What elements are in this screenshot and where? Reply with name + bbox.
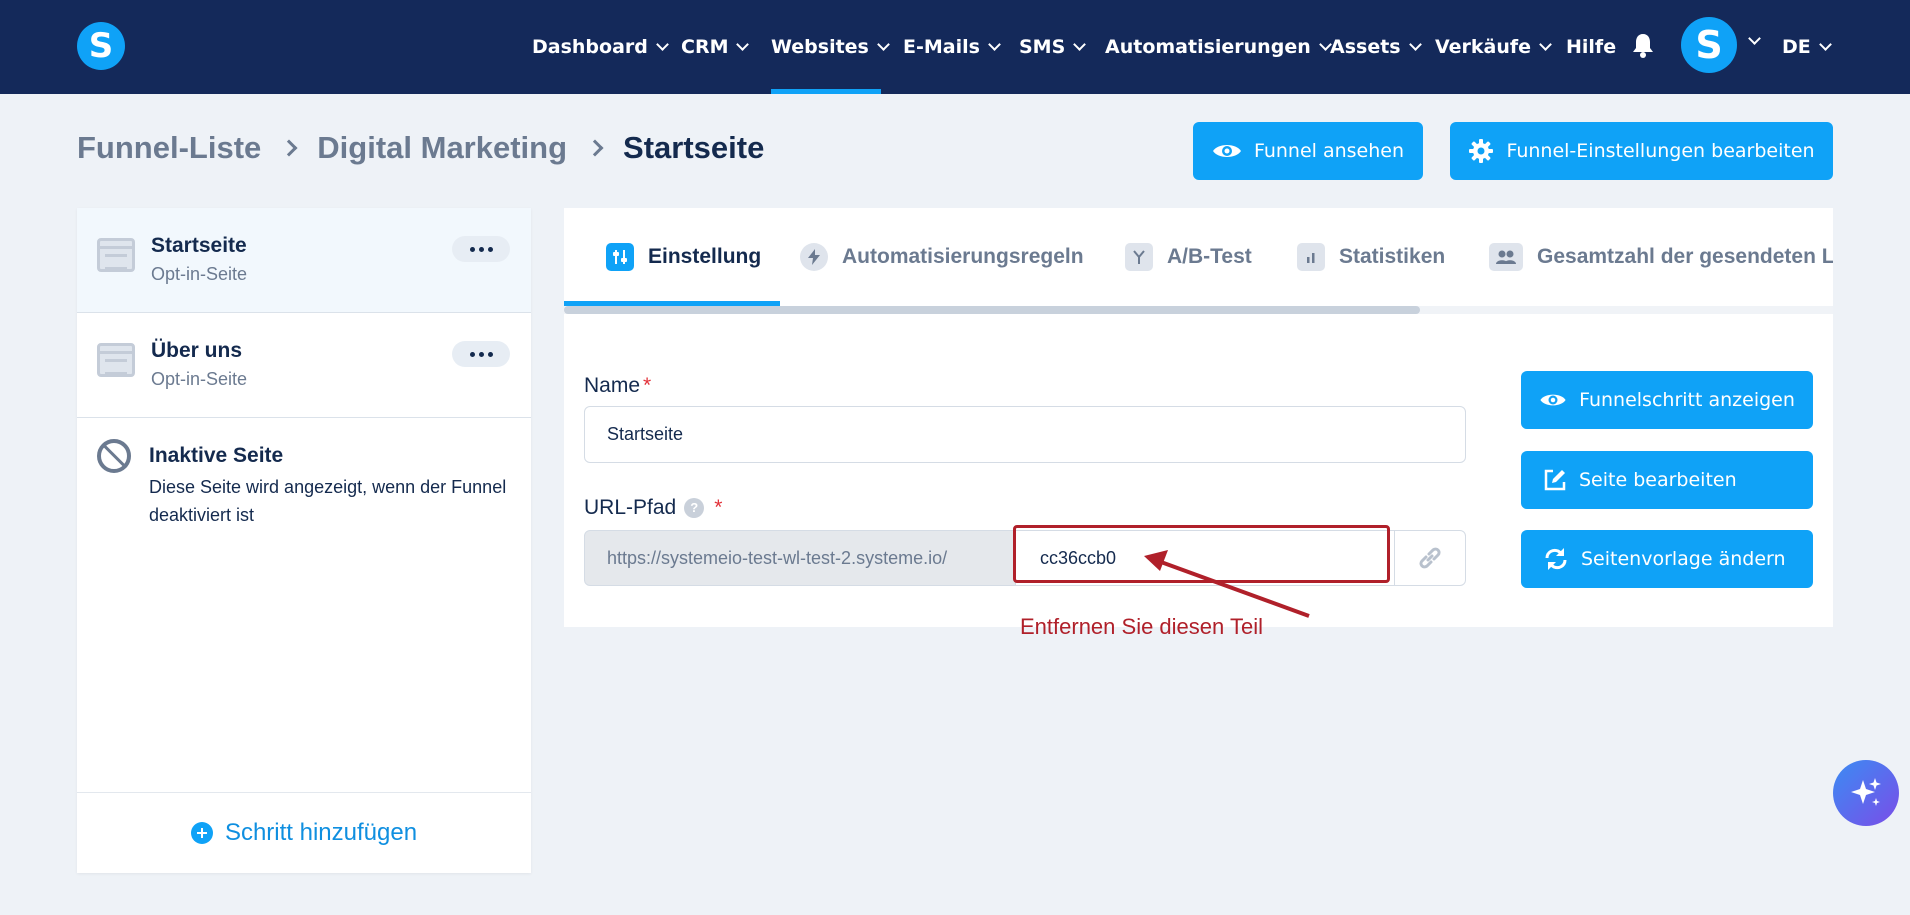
nav-item-sales[interactable]: Verkäufe [1435,0,1552,94]
change-template-button[interactable]: Seitenvorlage ändern [1521,530,1813,588]
change-template-label: Seitenvorlage ändern [1581,548,1786,570]
nav-item-label: CRM [681,36,729,58]
more-dots-icon [469,246,475,252]
page-icon [97,238,135,272]
funnel-steps-sidebar: Startseite Opt-in-Seite Über uns Opt-in-… [77,208,531,873]
nav-item-websites[interactable]: Websites [771,0,890,94]
breadcrumb-funnel[interactable]: Digital Marketing [317,130,567,166]
nav-item-label: Dashboard [532,36,648,58]
page-icon [97,343,135,377]
view-funnel-button[interactable]: Funnel ansehen [1193,122,1423,180]
nav-item-label: Verkäufe [1435,36,1532,58]
step-item-ueber-uns[interactable]: Über uns Opt-in-Seite [77,313,531,418]
chevron-right-icon [586,139,604,157]
chevron-down-icon [656,37,669,51]
chevron-down-icon [1818,37,1832,51]
nav-item-label: Assets [1330,36,1401,58]
step-title: Startseite [151,234,247,257]
nav-item-label: SMS [1019,36,1066,58]
chevron-down-icon [877,37,890,51]
view-funnel-label: Funnel ansehen [1253,140,1405,162]
inactive-page-description: Diese Seite wird angezeigt, wenn der Fun… [149,477,507,525]
nav-item-emails[interactable]: E-Mails [903,0,1001,94]
chevron-down-icon [736,37,750,51]
step-menu-button[interactable] [452,236,510,262]
nav-item-label: Websites [771,36,869,58]
edit-funnel-settings-button[interactable]: Funnel-Einstellungen bearbeiten [1450,122,1833,180]
plus-circle-icon [190,822,213,844]
page-title: Startseite [623,130,765,165]
chevron-down-icon [1408,37,1422,51]
top-navigation: S Dashboard CRM Websites E-Mails SMS Aut… [0,0,1910,94]
nav-item-dashboard[interactable]: Dashboard [532,0,669,94]
nav-item-label: Hilfe [1566,36,1617,58]
inactive-page-title[interactable]: Inaktive Seite [149,444,283,468]
nav-item-crm[interactable]: CRM [681,0,750,94]
chevron-down-icon [1073,37,1087,51]
user-avatar[interactable]: S [1681,17,1737,73]
add-step-button[interactable]: Schritt hinzufügen [77,792,531,873]
eye-icon [1212,145,1241,157]
chevron-down-icon [1539,37,1552,51]
app-logo[interactable]: S [77,22,125,70]
more-dots-icon [469,351,475,357]
breadcrumb-funnel-list[interactable]: Funnel-Liste [77,130,261,166]
gear-icon [1469,139,1494,163]
annotation-text: Entfernen Sie diesen Teil [1020,614,1263,639]
step-type: Opt-in-Seite [151,264,248,284]
breadcrumb: Funnel-Liste Digital Marketing Startseit… [77,130,764,166]
nav-item-help[interactable]: Hilfe [1566,0,1616,94]
refresh-icon [1545,548,1567,570]
show-funnel-step-button[interactable]: Funnelschritt anzeigen [1521,371,1813,429]
show-funnel-step-label: Funnelschritt anzeigen [1579,389,1795,411]
step-item-startseite[interactable]: Startseite Opt-in-Seite [77,208,531,313]
nav-item-automations[interactable]: Automatisierungen [1105,0,1332,94]
chevron-down-icon [988,37,1001,51]
prohibited-icon [97,439,131,473]
edit-page-label: Seite bearbeiten [1579,469,1737,491]
nav-item-label: E-Mails [903,36,980,58]
step-type: Opt-in-Seite [151,369,248,389]
step-settings-panel: Einstellung Automatisierungsregeln A/B-T… [564,208,1833,639]
edit-funnel-settings-label: Funnel-Einstellungen bearbeiten [1506,140,1815,162]
edit-page-button[interactable]: Seite bearbeiten [1521,451,1813,509]
add-step-label: Schritt hinzufügen [224,819,418,846]
edit-icon [1544,469,1566,491]
step-title: Über uns [151,339,243,362]
sparkle-icon [1851,778,1881,806]
step-menu-button[interactable] [452,341,510,367]
nav-active-indicator [771,89,881,94]
bell-icon[interactable] [1632,32,1654,58]
eye-icon [1540,394,1566,406]
language-label: DE [1782,36,1811,58]
nav-item-label: Automatisierungen [1105,36,1311,58]
ai-assistant-button[interactable] [1833,760,1899,826]
chevron-down-icon[interactable] [1748,32,1761,45]
nav-item-assets[interactable]: Assets [1330,0,1422,94]
nav-item-sms[interactable]: SMS [1019,0,1087,94]
chevron-right-icon [280,139,298,157]
language-selector[interactable]: DE [1782,0,1832,94]
